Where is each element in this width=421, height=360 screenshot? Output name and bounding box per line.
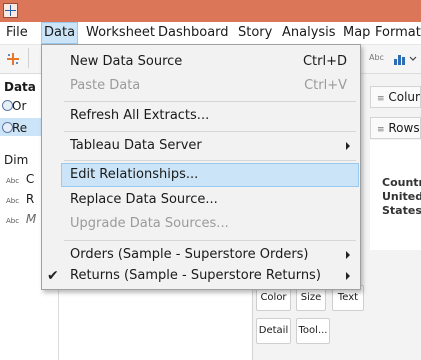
menu-item-paste-data-label: Paste Data — [70, 78, 141, 93]
toolbar-abc-label: Abc — [369, 53, 384, 62]
checkmark-icon: ✔ — [47, 268, 59, 284]
menu-map[interactable]: Map — [341, 22, 372, 44]
string-type-icon: Abc — [6, 217, 20, 225]
show-me-chart-icon[interactable] — [393, 51, 417, 67]
field-row[interactable]: Abc M — [6, 212, 36, 226]
dimensions-header: Dim — [4, 153, 29, 167]
submenu-arrow-icon — [346, 251, 350, 259]
tableau-app-icon — [3, 3, 18, 18]
row-value-line2: States — [382, 204, 421, 217]
columns-shelf[interactable]: ≡ Colum — [370, 86, 421, 108]
row-value-line1: United — [382, 190, 421, 203]
string-type-icon: Abc — [6, 197, 20, 205]
submenu-arrow-icon — [346, 142, 350, 150]
rows-icon: ≡ — [377, 125, 385, 135]
menu-item-paste-data-shortcut: Ctrl+V — [304, 78, 347, 93]
datasource-returns-label: Re — [12, 121, 28, 135]
menu-data[interactable]: Data — [41, 22, 79, 44]
menu-item-refresh-all-extracts-label: Refresh All Extracts... — [70, 108, 210, 123]
menu-separator — [64, 101, 356, 102]
menu-item-upgrade-data-sources-label: Upgrade Data Sources... — [70, 216, 229, 231]
menu-item-new-data-source-label: New Data Source — [70, 54, 183, 69]
menu-worksheet[interactable]: Worksheet — [84, 22, 157, 44]
menu-format-label: Format — [375, 25, 421, 40]
toolbar-divider — [28, 48, 29, 68]
rows-shelf[interactable]: ≡ Rows — [370, 117, 421, 139]
menu-item-replace-data-source-label: Replace Data Source... — [70, 192, 218, 207]
menu-story[interactable]: Story — [236, 22, 274, 44]
string-type-icon: Abc — [6, 177, 20, 185]
menu-data-label: Data — [44, 25, 76, 40]
menu-analysis[interactable]: Analysis — [280, 22, 338, 44]
submenu-arrow-icon — [346, 272, 350, 280]
menu-item-returns-datasource-label: Returns (Sample - Superstore Returns) — [70, 268, 321, 283]
field-name: R — [25, 192, 35, 206]
rows-shelf-label: Rows — [388, 121, 420, 135]
menu-analysis-label: Analysis — [282, 25, 336, 40]
menu-map-label: Map — [343, 25, 371, 40]
columns-shelf-label: Colum — [388, 90, 420, 104]
menu-separator — [64, 160, 356, 161]
menu-item-tableau-data-server-label: Tableau Data Server — [70, 138, 202, 153]
tooltip-mark-button[interactable]: Tool... — [296, 318, 330, 344]
menu-file[interactable]: File — [4, 22, 30, 44]
menu-dashboard-label: Dashboard — [158, 25, 229, 40]
tableau-logo-icon[interactable] — [6, 52, 20, 66]
menu-worksheet-label: Worksheet — [86, 25, 156, 40]
menu-item-edit-relationships-label: Edit Relationships... — [70, 167, 199, 182]
field-name: M — [25, 212, 37, 226]
field-row[interactable]: Abc C — [6, 172, 34, 186]
menu-separator — [64, 131, 356, 132]
menu-story-label: Story — [238, 25, 273, 40]
menu-separator — [64, 240, 356, 241]
menu-file-label: File — [6, 25, 28, 40]
title-bar — [0, 0, 421, 22]
column-header-country: Countr — [382, 176, 421, 189]
field-name: C — [25, 172, 35, 186]
field-row[interactable]: Abc R — [6, 192, 34, 206]
detail-mark-button[interactable]: Detail — [256, 318, 291, 344]
columns-icon: ≡ — [377, 94, 385, 104]
datasource-orders-label: Or — [12, 99, 27, 113]
menu-dashboard[interactable]: Dashboard — [156, 22, 231, 44]
menu-format[interactable]: Format — [373, 22, 421, 44]
datasource-returns[interactable]: Re — [0, 118, 41, 136]
data-pane-header: Data — [4, 80, 36, 94]
menu-item-new-data-source-shortcut: Ctrl+D — [302, 54, 347, 69]
